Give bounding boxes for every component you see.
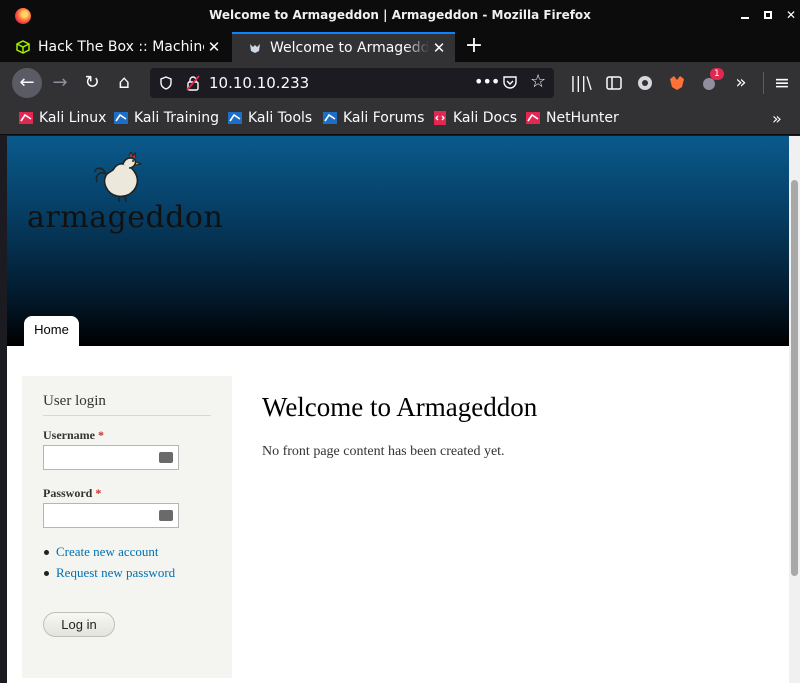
log-in-button[interactable]: Log in (43, 612, 115, 637)
bookmark-kali-forums[interactable]: Kali Forums (322, 110, 424, 126)
htb-cube-icon (16, 40, 30, 54)
back-button[interactable]: ← (12, 68, 42, 98)
library-icon[interactable]: |||\ (570, 72, 592, 94)
page-title: Welcome to Armageddon (262, 392, 538, 422)
tab-label: Welcome to Armageddon (270, 40, 429, 56)
list-item: Create new account (44, 544, 175, 560)
window-titlebar: Welcome to Armageddon | Armageddon - Moz… (0, 0, 800, 32)
sidebar-icon[interactable] (603, 72, 625, 94)
home-button[interactable]: ⌂ (109, 68, 139, 98)
username-label: Username * (43, 428, 104, 442)
page-actions-icon[interactable]: ••• (474, 72, 500, 91)
password-label: Password * (43, 486, 102, 500)
tracking-shield-icon[interactable] (160, 76, 172, 90)
kali-forums-icon (323, 112, 337, 124)
kali-linux-icon (19, 112, 33, 124)
kali-docs-icon (434, 111, 446, 125)
extension-badge: 1 (710, 68, 724, 80)
bookmark-label: Kali Training (134, 110, 219, 126)
bookmark-kali-linux[interactable]: Kali Linux (18, 110, 106, 126)
rooster-logo-icon (94, 152, 143, 202)
scrollbar-thumb[interactable] (791, 180, 798, 576)
bookmark-label: Kali Forums (343, 110, 425, 126)
bookmark-kali-tools[interactable]: Kali Tools (227, 110, 312, 126)
site-header: armageddon Home (7, 136, 789, 346)
reload-button[interactable]: ↻ (77, 68, 107, 98)
login-links: Create new account Request new password (44, 544, 175, 586)
tab-close-icon[interactable]: ✕ (429, 39, 449, 57)
nav-home-tab[interactable]: Home (24, 316, 79, 346)
url-text[interactable]: 10.10.10.233 (209, 74, 309, 92)
site-name[interactable]: armageddon (27, 200, 223, 235)
nethunter-icon (526, 112, 540, 124)
toolbar-separator (763, 72, 764, 94)
page-message: No front page content has been created y… (262, 444, 505, 459)
user-login-block: User login Username * Password * Create … (22, 376, 232, 678)
close-icon[interactable]: ✕ (784, 8, 798, 22)
request-password-link[interactable]: Request new password (56, 565, 175, 581)
tab-armageddon[interactable]: Welcome to Armageddon ✕ (232, 32, 455, 62)
list-item: Request new password (44, 565, 175, 581)
navigation-bar: ← → ↻ ⌂ 10.10.10.233 ••• ☆ |||\ 1 » ≡ (0, 62, 800, 104)
bookmark-star-icon[interactable]: ☆ (530, 71, 546, 92)
overflow-icon[interactable]: » (730, 72, 752, 94)
bookmarks-bar: Kali Linux Kali Training Kali Tools Kali… (0, 104, 800, 135)
bookmark-nethunter[interactable]: NetHunter (525, 110, 619, 126)
password-manager-icon[interactable] (159, 505, 173, 521)
tab-strip: Hack The Box :: Machines ✕ Welcome to Ar… (0, 32, 800, 62)
page-scrollbar[interactable] (789, 136, 800, 683)
page-content: armageddon Home User login Username * Pa… (7, 136, 789, 683)
password-manager-icon[interactable] (159, 447, 173, 463)
minimize-icon[interactable] (738, 8, 752, 22)
bookmark-label: NetHunter (546, 110, 619, 126)
maximize-icon[interactable] (761, 8, 775, 22)
insecure-lock-icon[interactable] (186, 75, 200, 91)
drupal-icon (250, 44, 260, 53)
user-login-heading: User login (43, 393, 211, 416)
tab-close-icon[interactable]: ✕ (204, 38, 224, 56)
menu-icon[interactable]: ≡ (771, 72, 793, 94)
pocket-icon[interactable] (502, 74, 518, 90)
tab-hack-the-box[interactable]: Hack The Box :: Machines ✕ (0, 32, 230, 62)
bookmark-kali-docs[interactable]: Kali Docs (432, 110, 517, 126)
window-title: Welcome to Armageddon | Armageddon - Moz… (209, 8, 591, 22)
create-account-link[interactable]: Create new account (56, 544, 159, 560)
forward-button[interactable]: → (45, 68, 75, 98)
bookmark-label: Kali Docs (453, 110, 518, 126)
tab-label: Hack The Box :: Machines (38, 39, 204, 55)
username-field[interactable] (43, 445, 179, 470)
bookmark-label: Kali Tools (248, 110, 313, 126)
password-field[interactable] (43, 503, 179, 528)
kali-tools-icon (228, 112, 242, 124)
extension-circle-icon[interactable] (634, 72, 656, 94)
url-bar[interactable]: 10.10.10.233 ••• ☆ (150, 68, 554, 98)
new-tab-button[interactable]: + (462, 35, 486, 59)
foxyproxy-icon[interactable] (666, 72, 688, 94)
bookmarks-overflow-icon[interactable]: » (772, 109, 782, 128)
bookmark-label: Kali Linux (39, 110, 107, 126)
bookmark-kali-training[interactable]: Kali Training (113, 110, 219, 126)
kali-training-icon (114, 112, 128, 124)
